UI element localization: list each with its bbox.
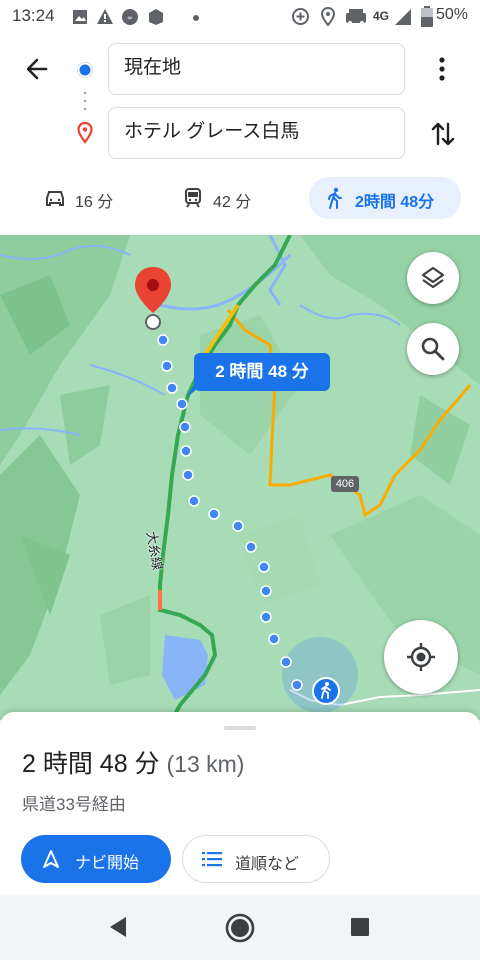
walking-position-icon [312, 677, 340, 705]
clock: 13:24 [12, 6, 55, 25]
search-button[interactable] [407, 323, 459, 375]
route-duration: 2 時間 48 分 (13 km) [22, 744, 244, 780]
route-dots [83, 91, 87, 111]
start-navigation-button[interactable]: ナビ開始 [21, 835, 171, 883]
callout-tail [186, 385, 202, 398]
steps-button[interactable]: 道順など [182, 835, 330, 883]
warning-icon [97, 9, 113, 24]
destination-map-pin-icon[interactable] [132, 265, 174, 335]
more-options-icon[interactable] [432, 56, 452, 82]
train-icon [185, 188, 201, 208]
route-badge: 406 [331, 476, 359, 492]
mode-walk[interactable]: 2時間 48分 [309, 177, 461, 219]
battery-percent: 50% [436, 6, 469, 23]
battery-icon [421, 6, 433, 27]
map-view[interactable]: 大糸線 406 2 時間 48 分 [0, 235, 480, 720]
search-icon [421, 337, 445, 361]
mode-transit-label: 42 分 [213, 194, 252, 211]
home-icon[interactable] [224, 912, 256, 944]
recents-icon[interactable] [350, 917, 370, 937]
back-arrow-icon[interactable] [24, 56, 50, 82]
car-icon [346, 9, 366, 25]
drag-handle[interactable] [224, 726, 256, 730]
image-icon [73, 10, 87, 24]
duration-callout[interactable]: 2 時間 48 分 [194, 353, 330, 391]
navigation-arrow-icon [43, 850, 59, 868]
list-icon [202, 852, 222, 867]
mode-walk-label: 2時間 48分 [355, 194, 435, 211]
directions-header: 現在地 ホテル グレース白馬 16 分 42 分 2時間 48分 [0, 34, 480, 235]
origin-field[interactable]: 現在地 [108, 43, 405, 95]
layers-button[interactable] [407, 252, 459, 304]
network-type: 4G [373, 9, 390, 23]
steps-label: 道順など [235, 856, 300, 873]
start-navigation-label: ナビ開始 [75, 855, 140, 872]
origin-dot-icon [77, 62, 93, 78]
app-icon: ∞ [122, 9, 138, 25]
route-distance: (13 km) [166, 751, 245, 777]
back-icon[interactable] [106, 915, 130, 939]
car-icon [46, 191, 64, 206]
route-summary-sheet[interactable]: 2 時間 48 分 (13 km) 県道33号経由 ナビ開始 道順など [0, 712, 480, 895]
svg-text:∞: ∞ [127, 14, 133, 22]
my-location-button[interactable] [384, 620, 458, 694]
crosshair-icon [407, 643, 435, 671]
app-icon-2 [149, 9, 163, 25]
mode-car-label: 16 分 [75, 194, 114, 211]
signal-icon [395, 9, 411, 25]
mode-transit[interactable]: 42 分 [183, 182, 283, 214]
layers-icon [421, 266, 445, 289]
destination-pin-icon [77, 121, 93, 144]
mode-car[interactable]: 16 分 [44, 182, 134, 214]
route-via: 県道33号経由 [22, 795, 126, 814]
destination-field[interactable]: ホテル グレース白馬 [108, 107, 405, 159]
status-bar: 13:24 ∞ 4G 50% [0, 0, 480, 34]
route-duration-value: 2 時間 48 分 [22, 750, 160, 778]
system-nav-bar [0, 895, 480, 960]
walk-icon [328, 187, 342, 209]
location-icon [320, 7, 336, 27]
dot-icon [193, 15, 199, 21]
swap-icon[interactable] [430, 120, 456, 148]
data-saver-icon [292, 8, 309, 25]
